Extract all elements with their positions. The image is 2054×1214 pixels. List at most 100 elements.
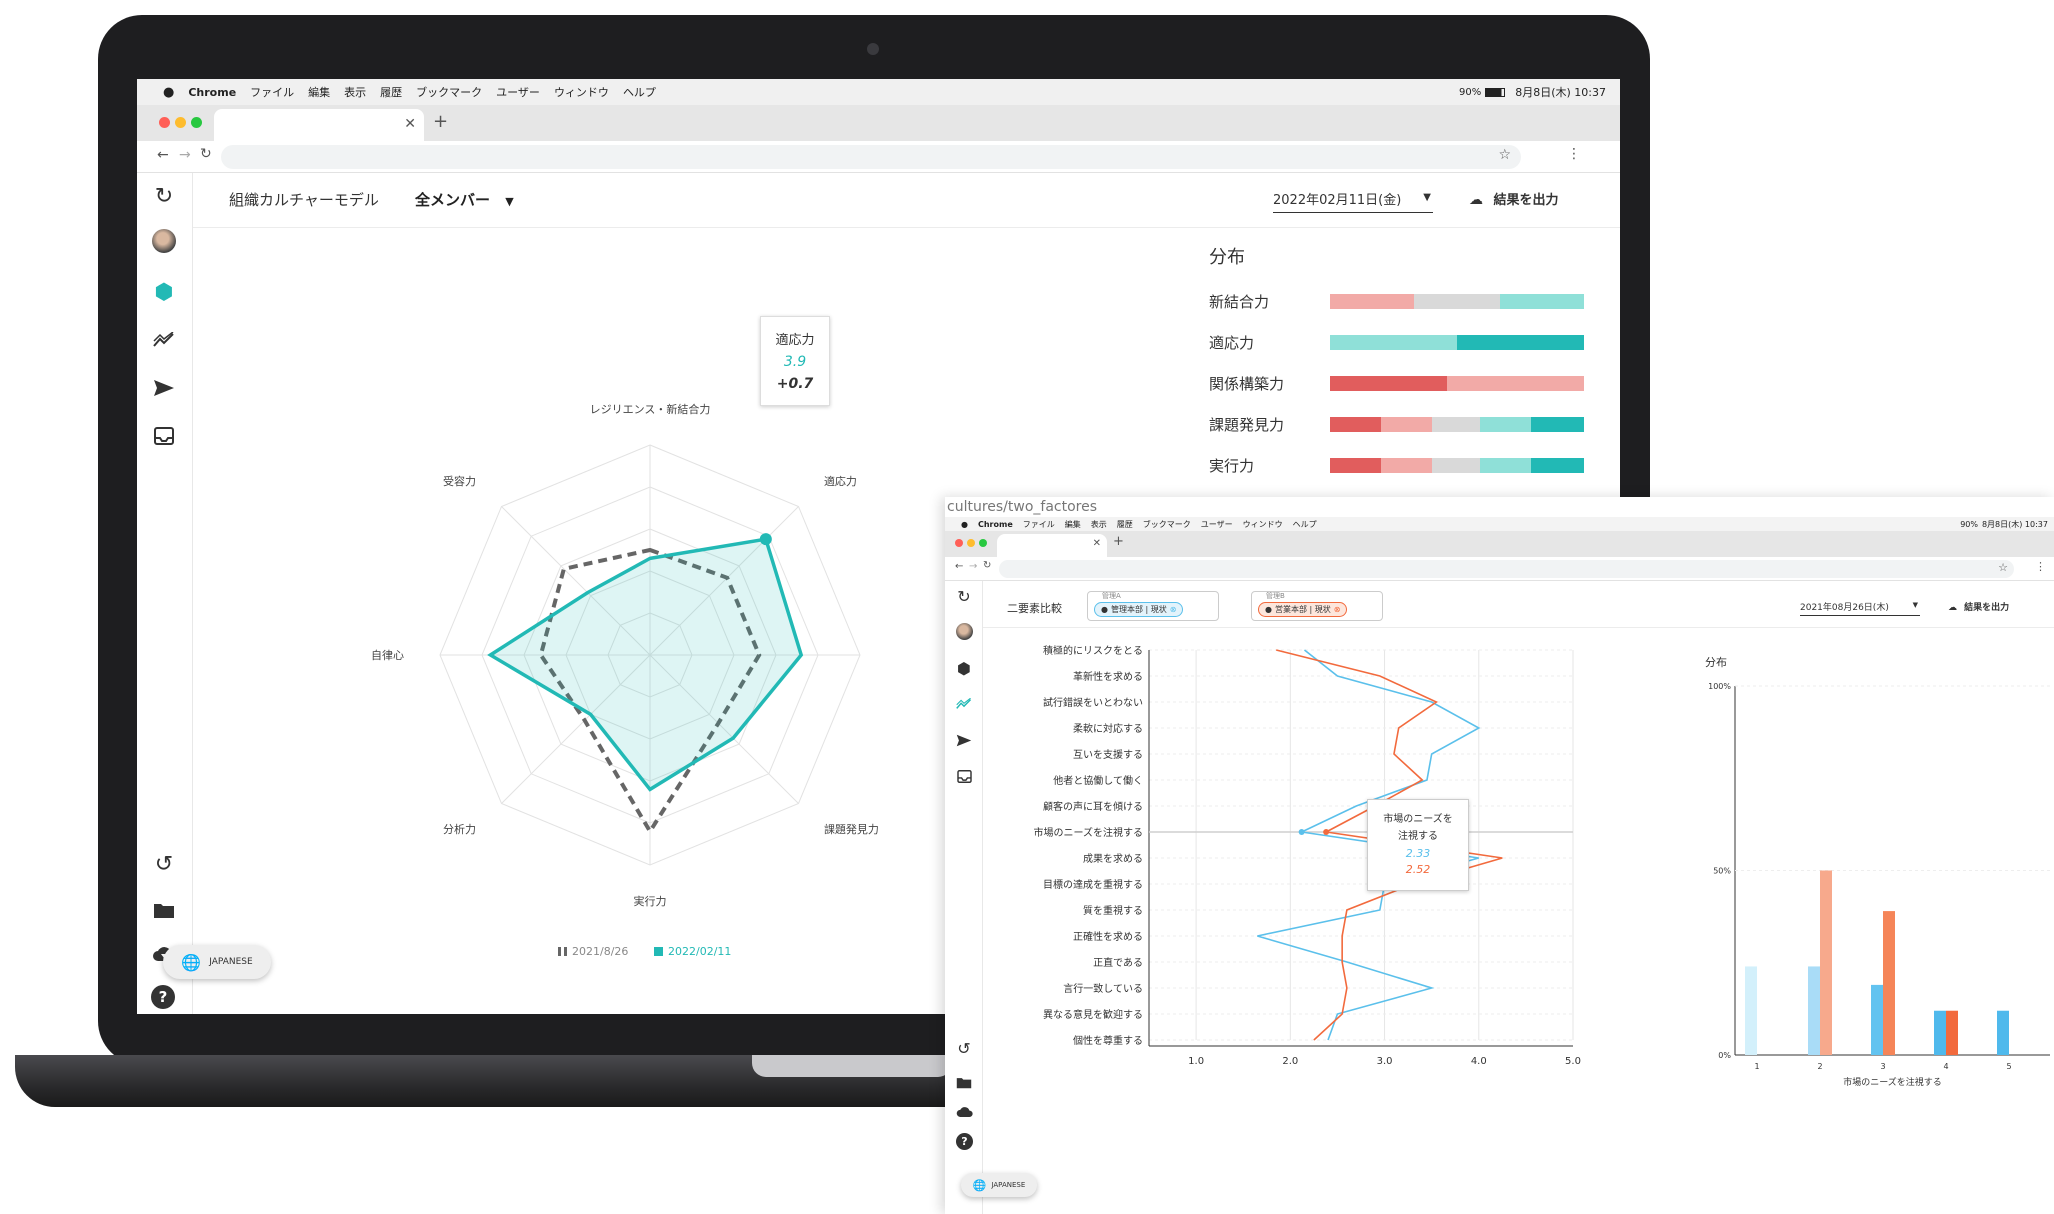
- distribution-label: 適応力: [1209, 334, 1255, 352]
- compare-select-b[interactable]: 管理B ● 営業本部 | 現状 ⊗: [1251, 591, 1383, 621]
- date-select[interactable]: 2022年02月11日(金) ▼: [1273, 189, 1433, 213]
- forward-icon[interactable]: →: [179, 147, 191, 163]
- clear-icon[interactable]: ⊗: [1334, 605, 1341, 614]
- bar-y-tick: 100%: [1708, 682, 1731, 691]
- back-icon[interactable]: ←: [955, 561, 963, 572]
- app-sidebar: ↻ ⬢ ↺ ?: [137, 173, 193, 1014]
- category-label: 異なる意見を歓迎する: [1043, 1008, 1143, 1021]
- distribution-segment: [1380, 417, 1432, 432]
- close-window-dot[interactable]: [159, 117, 170, 128]
- bar-series-a: [1934, 1010, 1946, 1055]
- minimize-window-dot[interactable]: [175, 117, 186, 128]
- cloud-download-icon[interactable]: [953, 1101, 975, 1123]
- menubar-app[interactable]: Chrome: [978, 520, 1013, 529]
- tooltip-delta: +0.7: [776, 376, 814, 392]
- trend-chart-icon[interactable]: [953, 693, 975, 715]
- clear-icon[interactable]: ⊗: [1170, 605, 1177, 614]
- menubar-item[interactable]: 表示: [344, 84, 366, 100]
- menubar-item[interactable]: ユーザー: [496, 84, 540, 100]
- menubar-item[interactable]: ヘルプ: [623, 84, 656, 100]
- date-select[interactable]: 2021年08月26日(木) ▼: [1800, 600, 1920, 616]
- distribution-segment: [1530, 458, 1584, 473]
- close-tab-icon[interactable]: ✕: [404, 116, 416, 132]
- menubar-item[interactable]: ヘルプ: [1293, 519, 1317, 530]
- menubar-datetime: 8月8日(木) 10:37: [1515, 86, 1606, 99]
- history-icon[interactable]: ↺: [149, 849, 179, 879]
- menubar-item[interactable]: ユーザー: [1201, 519, 1233, 530]
- folder-icon[interactable]: [953, 1071, 975, 1093]
- chevron-down-icon: ▼: [1423, 192, 1431, 203]
- browser-tab[interactable]: ✕: [997, 534, 1107, 557]
- hexagon-icon[interactable]: ⬢: [149, 277, 179, 307]
- menubar-item[interactable]: ウィンドウ: [1243, 519, 1283, 530]
- bar-y-tick: 50%: [1713, 867, 1731, 876]
- menubar-item[interactable]: 表示: [1091, 519, 1107, 530]
- forward-icon[interactable]: →: [969, 561, 977, 572]
- back-icon[interactable]: ←: [157, 147, 169, 163]
- menubar-item[interactable]: ウィンドウ: [554, 84, 609, 100]
- browser-tab[interactable]: ✕: [214, 109, 424, 141]
- member-select-value: 全メンバー: [415, 191, 491, 209]
- apple-icon[interactable]: ●: [961, 520, 968, 529]
- menubar-item[interactable]: 編集: [308, 84, 330, 100]
- distribution-label: 課題発見力: [1209, 416, 1285, 434]
- help-icon[interactable]: ?: [956, 1133, 973, 1150]
- users-icon: ●: [1101, 604, 1108, 614]
- address-bar[interactable]: ☆: [999, 560, 2014, 578]
- distribution-segment: [1457, 335, 1584, 350]
- menubar-item[interactable]: ブックマーク: [416, 84, 482, 100]
- minimize-window-dot[interactable]: [967, 539, 975, 547]
- hexagon-icon[interactable]: ⬢: [953, 657, 975, 679]
- send-icon[interactable]: [149, 373, 179, 403]
- menubar-item[interactable]: ファイル: [250, 84, 294, 100]
- category-label: 質を重視する: [1083, 904, 1143, 917]
- menubar-item[interactable]: 履歴: [380, 84, 402, 100]
- header-divider: [193, 227, 1620, 228]
- chip-value: 管理本部 | 現状: [1110, 604, 1167, 614]
- menubar-item[interactable]: 編集: [1065, 519, 1081, 530]
- bookmark-star-icon[interactable]: ☆: [1498, 147, 1511, 163]
- refresh-icon[interactable]: ↻: [149, 181, 179, 211]
- browser-menu-icon[interactable]: ⋮: [2035, 560, 2046, 573]
- close-window-dot[interactable]: [955, 539, 963, 547]
- close-tab-icon[interactable]: ✕: [1093, 538, 1101, 549]
- bar-x-label: 市場のニーズを注視する: [1843, 1076, 1942, 1088]
- menubar-item[interactable]: 履歴: [1117, 519, 1133, 530]
- inbox-icon[interactable]: [149, 421, 179, 451]
- member-select[interactable]: 全メンバー ▼: [415, 189, 514, 210]
- refresh-icon[interactable]: ↻: [953, 585, 975, 607]
- help-icon[interactable]: ?: [151, 985, 175, 1009]
- address-bar[interactable]: ☆: [221, 145, 1521, 169]
- browser-menu-icon[interactable]: ⋮: [1567, 146, 1581, 162]
- reload-icon[interactable]: ↻: [200, 146, 212, 162]
- distribution-bar-chart: 分布 0% 50% 100% 1 2 3 4 5 市場のニーズを注視する: [1705, 656, 2050, 1088]
- maximize-window-dot[interactable]: [979, 539, 987, 547]
- legend-swatch-2021: [564, 947, 567, 956]
- avatar[interactable]: [956, 623, 973, 640]
- reload-icon[interactable]: ↻: [983, 560, 991, 571]
- apple-icon[interactable]: ●: [163, 85, 174, 100]
- bar-x-tick: 5: [2006, 1062, 2011, 1071]
- maximize-window-dot[interactable]: [191, 117, 202, 128]
- history-icon[interactable]: ↺: [953, 1037, 975, 1059]
- menubar-app[interactable]: Chrome: [188, 86, 236, 99]
- folder-icon[interactable]: [149, 895, 179, 925]
- bookmark-star-icon[interactable]: ☆: [1998, 561, 2008, 574]
- bar-series-a: [1871, 984, 1883, 1055]
- trend-chart-icon[interactable]: [149, 325, 179, 355]
- avatar[interactable]: [152, 229, 176, 253]
- radar-highlight-point: [759, 533, 772, 546]
- menubar-item[interactable]: ブックマーク: [1143, 519, 1191, 530]
- export-button[interactable]: ☁ 結果を出力: [1948, 600, 2009, 613]
- mac-menubar: ● Chrome ファイル 編集 表示 履歴 ブックマーク ユーザー ウィンドウ…: [945, 517, 2054, 531]
- battery-percent: 90%: [1960, 519, 1978, 529]
- new-tab-icon[interactable]: +: [1113, 534, 1124, 549]
- new-tab-icon[interactable]: +: [433, 111, 448, 132]
- send-icon[interactable]: [953, 729, 975, 751]
- menubar-item[interactable]: ファイル: [1023, 519, 1055, 530]
- export-button[interactable]: ☁ 結果を出力: [1469, 189, 1559, 208]
- radar-axis-label: 実行力: [634, 894, 667, 908]
- inbox-icon[interactable]: [953, 765, 975, 787]
- bar-series-a: [1997, 1010, 2009, 1055]
- compare-select-a[interactable]: 管理A ● 管理本部 | 現状 ⊗: [1087, 591, 1219, 621]
